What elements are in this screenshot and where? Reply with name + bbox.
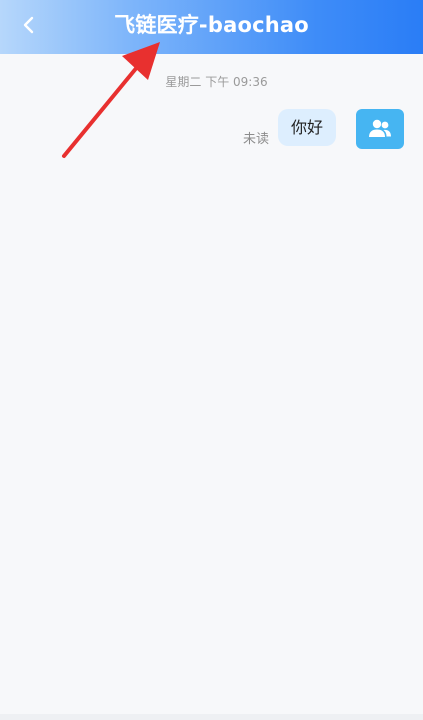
chat-message-list[interactable]: 星期二 下午 09:36 未读 你好 (0, 54, 423, 714)
app-header: 飞链医疗-baochao (0, 0, 423, 54)
avatar[interactable] (356, 109, 404, 149)
bottom-bar (0, 714, 423, 720)
user-group-icon (369, 119, 391, 137)
read-status-label: 未读 (243, 132, 270, 147)
page-title: 飞链医疗-baochao (114, 13, 309, 37)
message-timestamp: 星期二 下午 09:36 (165, 75, 268, 89)
message-bubble[interactable]: 你好 (278, 109, 337, 146)
